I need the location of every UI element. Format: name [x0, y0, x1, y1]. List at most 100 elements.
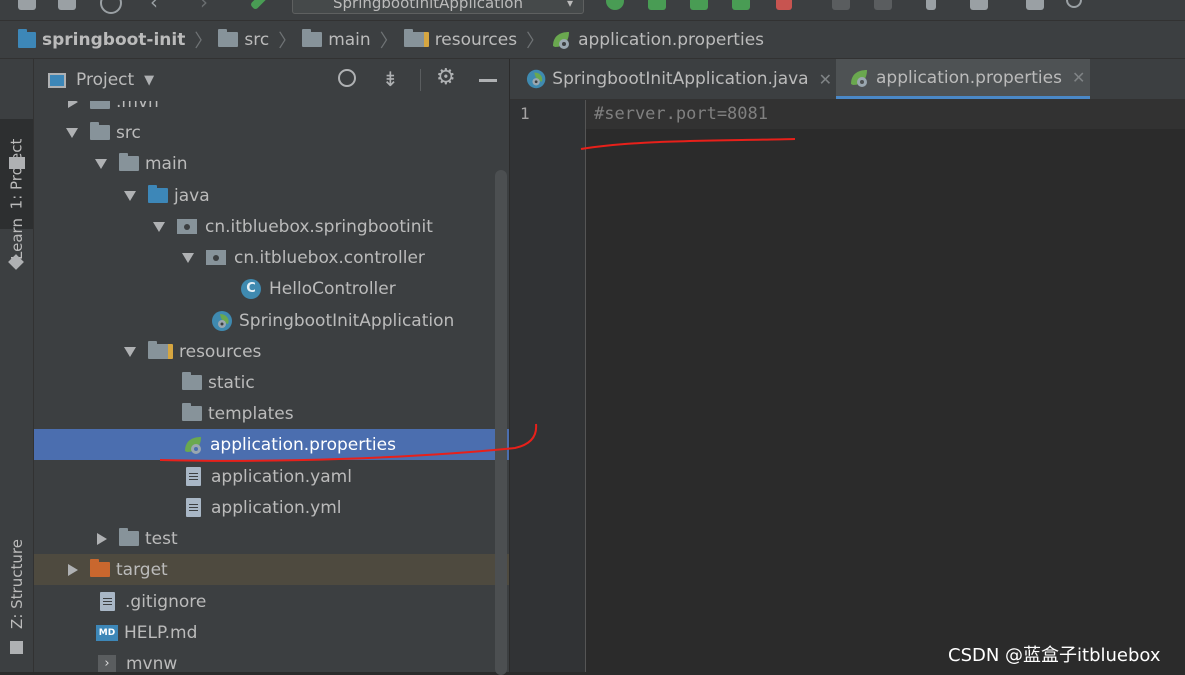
tree-item-label: application.yaml — [211, 466, 352, 487]
gear-icon[interactable]: ⚙ — [436, 65, 456, 90]
tree-item-package[interactable]: cn.itbluebox.springbootinit — [34, 211, 509, 242]
tree-item-label: SpringbootInitApplication — [239, 310, 455, 331]
tree-item-application-properties[interactable]: application.properties — [34, 429, 509, 460]
collapse-all-icon[interactable]: ⇟ — [382, 67, 399, 91]
tab-structure-label: Z: Structure — [7, 539, 26, 629]
divider — [420, 69, 421, 91]
breadcrumb-label: springboot-init — [42, 29, 186, 50]
breadcrumb-item-file[interactable]: application.properties — [550, 29, 764, 51]
chevron-right-icon: 〉 — [278, 30, 297, 52]
save-icon[interactable] — [58, 0, 76, 10]
project-structure-icon[interactable] — [970, 0, 988, 10]
resources-folder-icon — [403, 29, 429, 47]
close-icon[interactable]: ✕ — [819, 70, 832, 89]
vcs-icon[interactable] — [874, 0, 892, 10]
markdown-file-icon: MD — [96, 624, 118, 641]
terminal-icon[interactable] — [1026, 0, 1044, 10]
excluded-folder-icon — [90, 559, 110, 577]
chevron-down-icon[interactable] — [153, 221, 165, 232]
chevron-right-icon[interactable] — [68, 563, 78, 576]
chevron-right-icon: 〉 — [194, 30, 213, 52]
build-icon[interactable] — [249, 0, 269, 11]
tree-item-test[interactable]: test — [34, 523, 509, 554]
tree-item-class[interactable]: SpringbootInitApplication — [34, 305, 509, 336]
tree-item-label: main — [145, 153, 188, 174]
breadcrumb-label: resources — [434, 29, 518, 50]
sync-icon[interactable] — [100, 0, 122, 14]
code-editor[interactable] — [586, 100, 1185, 672]
chevron-down-icon[interactable] — [66, 127, 78, 138]
close-icon[interactable]: ✕ — [1072, 68, 1085, 87]
chevron-right-icon[interactable] — [68, 101, 78, 108]
tree-item-static[interactable]: static — [34, 367, 509, 398]
folder-icon — [302, 29, 323, 47]
tree-item-label: resources — [179, 341, 262, 362]
spring-properties-icon — [553, 31, 570, 49]
tree-item-help-md[interactable]: MD HELP.md — [34, 617, 509, 648]
tree-item-package[interactable]: cn.itbluebox.controller — [34, 242, 509, 273]
chevron-down-icon[interactable] — [95, 158, 107, 169]
tree-item-main[interactable]: main — [34, 148, 509, 179]
folder-icon — [90, 122, 110, 140]
tree-item-templates[interactable]: templates — [34, 398, 509, 429]
tab-springbootinitapplication-java[interactable]: SpringbootInitApplication.java ✕ — [510, 59, 832, 99]
locate-file-icon[interactable] — [338, 69, 356, 87]
open-folder-icon[interactable] — [18, 0, 36, 10]
minimize-icon[interactable] — [479, 79, 497, 82]
tree-item-mvn[interactable]: .mvn — [34, 101, 509, 117]
chevron-down-icon[interactable] — [182, 252, 194, 263]
tree-item-class[interactable]: C HelloController — [34, 273, 509, 304]
chevron-down-icon[interactable] — [124, 190, 136, 201]
tab-application-properties[interactable]: application.properties ✕ — [836, 59, 1090, 99]
search-icon[interactable] — [1066, 0, 1082, 8]
tree-item-application-yaml[interactable]: application.yaml — [34, 461, 509, 492]
tree-item-target[interactable]: target — [34, 554, 509, 585]
project-tree[interactable]: .mvn src main java cn.itbluebox.springbo… — [34, 101, 509, 672]
code-line[interactable]: #server.port=8081 — [594, 104, 768, 124]
editor-tab-bar: SpringbootInitApplication.java ✕ applica… — [510, 59, 1185, 100]
breadcrumb-item-main[interactable]: main 〉 — [302, 27, 398, 53]
tree-item-label: .mvn — [116, 101, 159, 112]
tree-item-gitignore[interactable]: .gitignore — [34, 586, 509, 617]
attach-icon[interactable] — [832, 0, 850, 10]
tree-item-label: test — [145, 528, 178, 549]
spring-boot-class-icon — [212, 310, 232, 331]
structure-icon — [10, 641, 23, 654]
tree-item-java[interactable]: java — [34, 180, 509, 211]
folder-icon — [119, 153, 139, 171]
watermark: CSDN @蓝盒子itbluebox — [948, 645, 1161, 666]
project-view-title[interactable]: Project — [76, 70, 134, 90]
package-icon — [206, 250, 226, 265]
chevron-down-icon[interactable]: ▼ — [144, 73, 154, 88]
chevron-right-icon[interactable] — [97, 532, 107, 545]
tree-item-application-yml[interactable]: application.yml — [34, 492, 509, 523]
spring-boot-class-icon — [526, 69, 546, 89]
wrench-icon[interactable] — [926, 0, 936, 10]
project-panel-header: Project ▼ ⇟ ⚙ — [34, 59, 509, 102]
debug-icon[interactable] — [648, 0, 666, 10]
breadcrumb-item-project[interactable]: springboot-init 〉 — [18, 27, 212, 53]
tab-label: application.properties — [876, 67, 1062, 88]
stop-icon[interactable] — [776, 0, 792, 10]
breadcrumb-label: main — [328, 29, 371, 50]
breadcrumb-item-resources[interactable]: resources 〉 — [403, 27, 544, 53]
run-icon[interactable] — [606, 0, 624, 10]
tab-label: SpringbootInitApplication.java — [552, 69, 809, 89]
coverage-icon[interactable] — [690, 0, 708, 10]
run-configuration-selector[interactable]: SpringbootInitApplication ▾ — [292, 0, 584, 14]
tree-item-src[interactable]: src — [34, 117, 509, 148]
project-folder-icon — [9, 157, 25, 169]
back-icon[interactable]: ‹ — [150, 0, 168, 14]
tree-item-mvnw[interactable]: › mvnw — [34, 648, 509, 672]
chevron-down-icon: ▾ — [566, 0, 573, 10]
forward-icon[interactable]: › — [200, 0, 218, 14]
tree-scrollbar[interactable] — [495, 170, 507, 675]
chevron-down-icon[interactable] — [124, 346, 136, 357]
folder-icon — [182, 372, 202, 390]
tab-structure[interactable]: Z: Structure — [0, 529, 33, 639]
tree-item-label: cn.itbluebox.springbootinit — [205, 216, 433, 237]
breadcrumb-item-src[interactable]: src 〉 — [218, 27, 296, 53]
chevron-right-icon: 〉 — [379, 30, 398, 52]
tree-item-resources[interactable]: resources — [34, 336, 509, 367]
profile-icon[interactable] — [732, 0, 750, 10]
